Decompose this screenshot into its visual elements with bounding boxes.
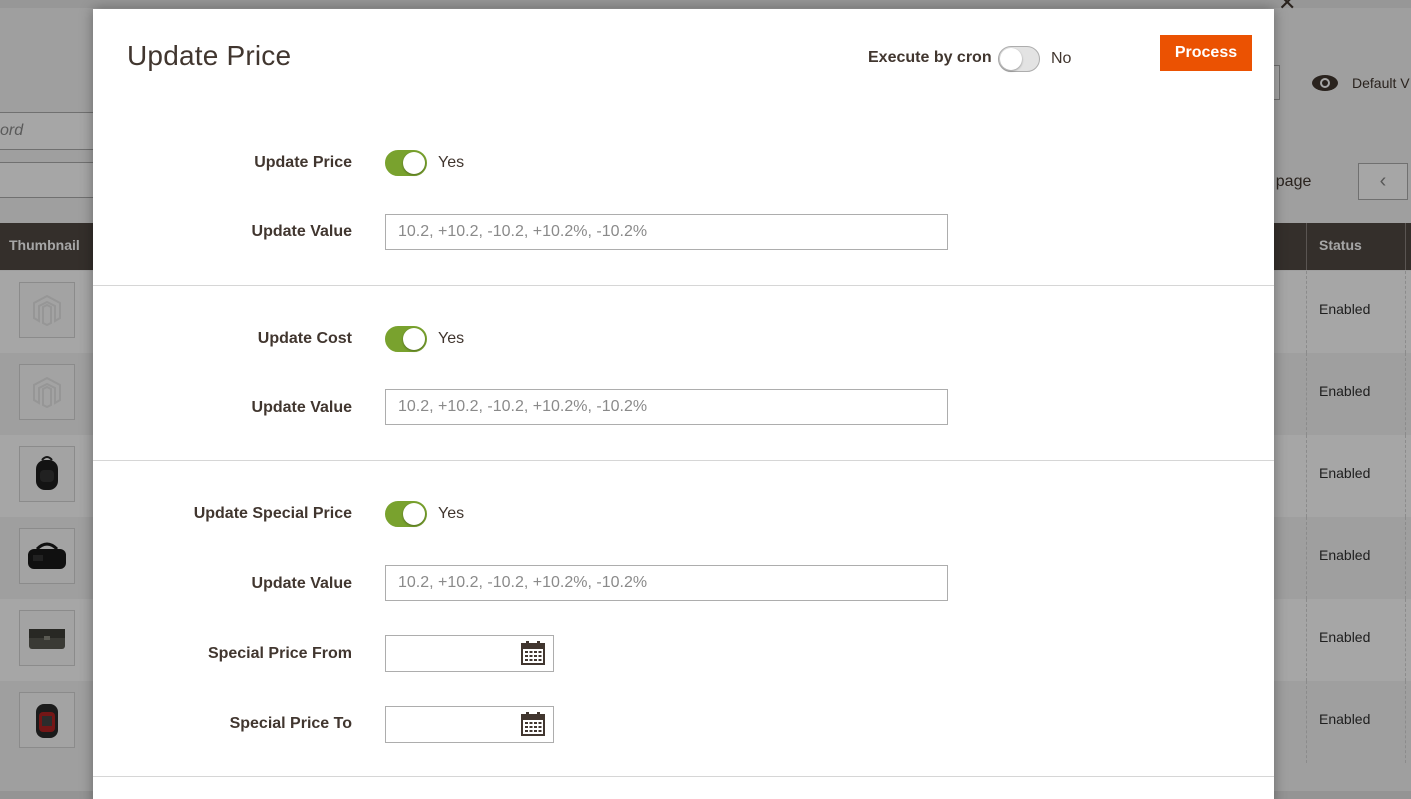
calendar-icon[interactable] [521,641,545,665]
update-price-modal: Update Price Execute by cron No Process … [93,9,1274,799]
update-cost-value-label: Update Value [251,399,352,416]
modal-title: Update Price [127,40,292,71]
update-special-price-label: Update Special Price [193,505,352,522]
section-divider [93,285,1274,286]
update-special-price-value: Yes [438,505,465,522]
special-price-to-input[interactable] [386,707,514,742]
toggle-knob [403,328,425,350]
special-price-to-field [385,706,554,743]
section-divider [93,460,1274,461]
toggle-knob [1000,48,1022,70]
special-price-from-input[interactable] [386,636,514,671]
toggle-knob [403,152,425,174]
update-special-price-toggle[interactable] [385,501,427,527]
special-price-from-label: Special Price From [207,645,352,662]
execute-by-cron-label: Execute by cron [868,49,992,66]
update-cost-label: Update Cost [257,330,352,347]
toggle-knob [403,503,425,525]
execute-by-cron-value: No [1051,50,1072,67]
process-button[interactable]: Process [1160,35,1252,71]
update-price-value: Yes [438,154,465,171]
update-cost-value: Yes [438,330,465,347]
update-price-toggle[interactable] [385,150,427,176]
section-divider [93,776,1274,777]
special-price-from-field [385,635,554,672]
update-cost-toggle[interactable] [385,326,427,352]
update-price-label: Update Price [254,154,352,171]
calendar-icon[interactable] [521,712,545,736]
update-cost-value-input[interactable] [385,389,948,425]
update-price-value-label: Update Value [251,223,352,240]
update-price-value-input[interactable] [385,214,948,250]
execute-by-cron-toggle[interactable] [998,46,1040,72]
update-special-price-value-label: Update Value [251,575,352,592]
special-price-to-label: Special Price To [229,715,352,732]
update-special-price-value-input[interactable] [385,565,948,601]
